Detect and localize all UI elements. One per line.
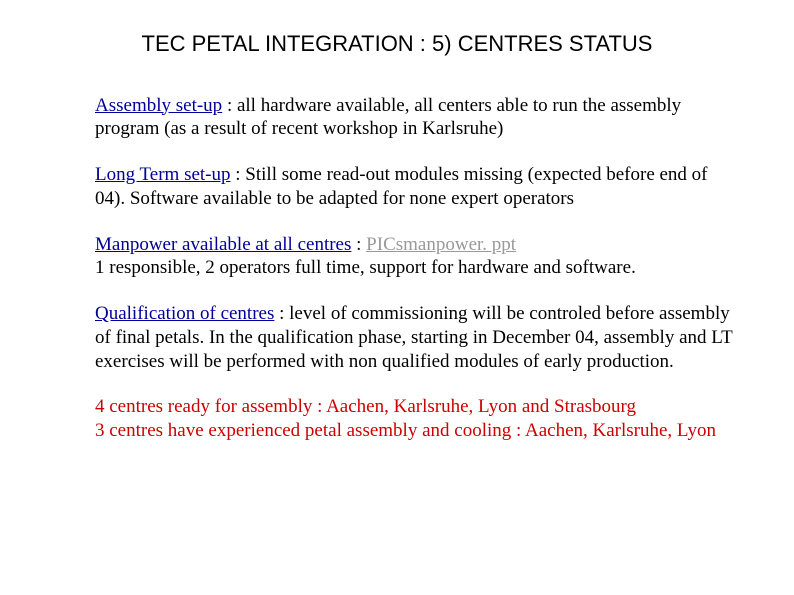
- paragraph-qualification: Qualification of centres : level of comm…: [95, 302, 734, 373]
- text-centres-experienced: 3 centres have experienced petal assembl…: [95, 420, 716, 441]
- paragraph-centres-summary: 4 centres ready for assembly : Aachen, K…: [95, 395, 734, 443]
- lead-qualification: Qualification of centres: [95, 303, 274, 324]
- manpower-link[interactable]: PICsmanpower. ppt: [366, 234, 516, 255]
- paragraph-manpower: Manpower available at all centres : PICs…: [95, 233, 734, 281]
- lead-manpower: Manpower available at all centres: [95, 234, 351, 255]
- text-centres-ready: 4 centres ready for assembly : Aachen, K…: [95, 396, 636, 417]
- paragraph-assembly-setup: Assembly set-up : all hardware available…: [95, 94, 734, 142]
- lead-long-term-setup: Long Term set-up: [95, 164, 231, 185]
- colon-manpower: :: [351, 234, 366, 255]
- page-title: TEC PETAL INTEGRATION : 5) CENTRES STATU…: [60, 30, 734, 58]
- paragraph-long-term-setup: Long Term set-up : Still some read-out m…: [95, 163, 734, 211]
- text-manpower: 1 responsible, 2 operators full time, su…: [95, 257, 636, 278]
- lead-assembly-setup: Assembly set-up: [95, 95, 222, 116]
